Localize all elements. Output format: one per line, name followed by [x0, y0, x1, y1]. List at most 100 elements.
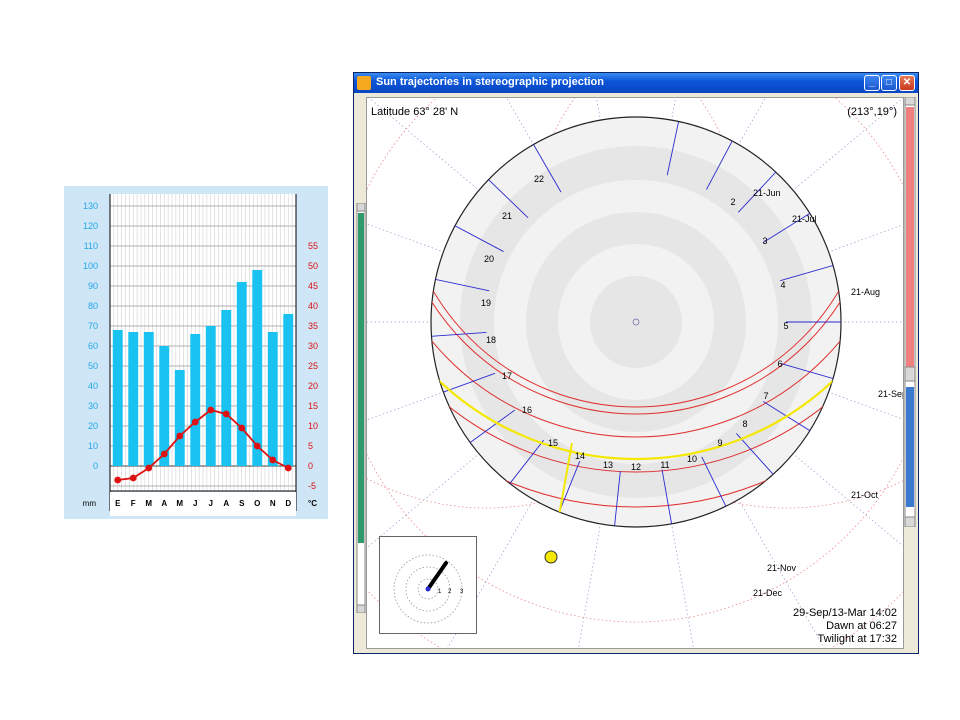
time-slider-night-fill — [906, 387, 914, 507]
right-tick-label: 30 — [308, 341, 318, 351]
date-label: 21-Jun — [753, 188, 781, 198]
month-label: F — [131, 499, 136, 508]
hour-label: 8 — [742, 419, 747, 429]
hour-label: 5 — [783, 321, 788, 331]
precipitation-bar — [283, 314, 294, 466]
climate-chart-panel: 130 120 110 100 90 80 70 60 50 40 30 20 10 0 55 50 45 40 3… — [64, 186, 328, 519]
hour-label: 7 — [763, 391, 768, 401]
close-button[interactable]: ✕ — [899, 75, 915, 91]
climate-chart: 1301201101009080706050403020100555045403… — [83, 194, 318, 516]
left-tick-label: 120 — [83, 221, 98, 231]
left-tick-label: 10 — [88, 441, 98, 451]
precipitation-bar — [236, 282, 247, 466]
orientation-inset[interactable]: 12 3 — [379, 536, 477, 634]
right-tick-label: 40 — [308, 301, 318, 311]
hour-label: 6 — [777, 359, 782, 369]
date-slider[interactable] — [356, 203, 366, 613]
month-label: M — [176, 499, 183, 508]
temperature-point — [238, 424, 246, 432]
hour-label: 18 — [486, 335, 496, 345]
date-label: 21-Jul — [792, 214, 817, 224]
right-tick-label: 15 — [308, 401, 318, 411]
month-band — [110, 492, 296, 516]
left-tick-label: 60 — [88, 341, 98, 351]
right-tick-label: 35 — [308, 321, 318, 331]
hour-label: 16 — [522, 405, 532, 415]
hour-label: 3 — [762, 236, 767, 246]
month-label: A — [223, 499, 229, 508]
maximize-button[interactable]: □ — [881, 75, 897, 91]
left-tick-label: 80 — [88, 301, 98, 311]
app-icon — [357, 76, 371, 90]
hour-label: 14 — [575, 451, 585, 461]
temperature-point — [253, 442, 261, 450]
precipitation-bar — [221, 310, 232, 466]
temperature-point — [114, 476, 122, 484]
precipitation-bar — [205, 326, 216, 466]
temperature-point — [176, 432, 184, 440]
dawn-readout: Dawn at 06:27 — [826, 620, 897, 632]
hour-label: 22 — [534, 174, 544, 184]
right-tick-label: 10 — [308, 421, 318, 431]
title-bar[interactable]: Sun trajectories in stereographic projec… — [354, 73, 918, 93]
stereographic-plot[interactable]: 22 21 20 19 18 17 16 15 14 13 12 11 10 9 8 7 6 5 4 3 2 21-Jun… — [366, 97, 904, 649]
time-info: 29-Sep/13-Mar 14:02 Dawn at 06:27 Twilig… — [793, 607, 897, 646]
temperature-point — [129, 474, 137, 482]
precipitation-bar — [267, 332, 278, 466]
precipitation-bar — [174, 370, 185, 466]
hour-label: 20 — [484, 254, 494, 264]
slider-up-arrow[interactable] — [356, 203, 366, 212]
month-label: D — [285, 499, 291, 508]
twilight-readout: Twilight at 17:32 — [817, 633, 898, 645]
hour-label: 13 — [603, 460, 613, 470]
left-tick-label: 50 — [88, 361, 98, 371]
left-tick-label: 20 — [88, 421, 98, 431]
month-label: E — [115, 499, 121, 508]
date-label: 21-Oct — [851, 490, 879, 500]
inset-ring-label: 1 — [438, 589, 442, 595]
hour-label: 21 — [502, 211, 512, 221]
sun-position-marker — [544, 550, 558, 564]
time-slider[interactable] — [904, 97, 916, 527]
hour-label: 9 — [717, 438, 722, 448]
left-tick-label: 110 — [84, 241, 98, 251]
time-slider-up-arrow[interactable] — [904, 97, 916, 106]
inset-diagram: 12 3 — [393, 554, 464, 624]
temperature-point — [222, 410, 230, 418]
precipitation-bar — [159, 346, 170, 466]
time-slider-down-arrow[interactable] — [904, 516, 916, 527]
temperature-point — [284, 464, 292, 472]
date-label: 21-Sep — [878, 389, 904, 399]
month-label: S — [239, 499, 245, 508]
left-tick-label: 40 — [88, 381, 98, 391]
elevation-ring — [590, 276, 682, 368]
month-label: N — [270, 499, 276, 508]
month-label: J — [193, 499, 197, 508]
hour-label: 15 — [548, 438, 558, 448]
date-label: 21-Aug — [851, 287, 880, 297]
date-slider-fill — [358, 213, 364, 543]
month-label: A — [161, 499, 167, 508]
time-slider-thumb[interactable] — [904, 366, 916, 382]
month-label: O — [254, 499, 260, 508]
left-tick-label: 130 — [83, 201, 98, 211]
temperature-point — [145, 464, 153, 472]
temperature-point — [160, 450, 168, 458]
right-unit-label: °C — [308, 499, 317, 508]
right-tick-label: 50 — [308, 261, 318, 271]
right-tick-label: 45 — [308, 281, 318, 291]
left-tick-label: 0 — [93, 461, 98, 471]
month-label: M — [145, 499, 152, 508]
hour-label: 11 — [660, 460, 669, 470]
time-slider-day-fill — [906, 107, 914, 367]
inset-center — [425, 586, 431, 592]
date-time-readout: 29-Sep/13-Mar 14:02 — [793, 607, 897, 619]
minimize-button[interactable]: _ — [864, 75, 880, 91]
right-tick-label: 5 — [308, 441, 313, 451]
sun-trajectory-window: Sun trajectories in stereographic projec… — [353, 72, 919, 654]
right-tick-label: 55 — [308, 241, 318, 251]
month-label: J — [209, 499, 213, 508]
right-tick-label: -5 — [308, 481, 316, 491]
hour-label: 10 — [687, 454, 697, 464]
slider-down-arrow[interactable] — [356, 604, 366, 613]
